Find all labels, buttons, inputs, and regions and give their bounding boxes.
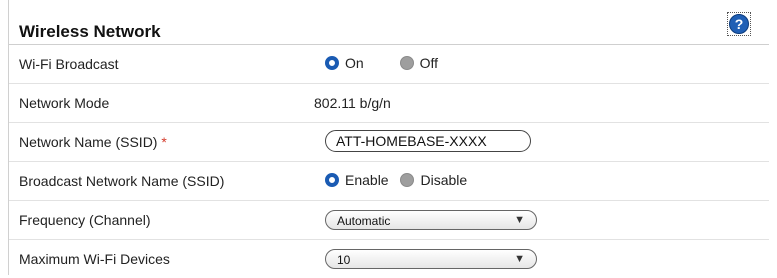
broadcast-ssid-disable-label: Disable	[420, 172, 468, 188]
row-wifi-broadcast: Wi-Fi Broadcast On Off	[9, 45, 769, 84]
broadcast-ssid-enable-radio[interactable]: Enable	[325, 172, 389, 188]
radio-selected-icon	[325, 173, 339, 187]
dropdown-arrow-icon: ▼	[514, 214, 525, 226]
broadcast-ssid-label: Broadcast Network Name (SSID)	[19, 173, 225, 189]
network-mode-value: 802.11 b/g/n	[314, 95, 391, 111]
network-name-label-text: Network Name (SSID)	[19, 134, 158, 150]
max-devices-selected-value: 10	[337, 253, 351, 267]
radio-unselected-icon	[399, 56, 414, 70]
wifi-broadcast-on-radio[interactable]: On	[325, 55, 364, 71]
wireless-network-panel: Wireless Network Wi-Fi Broadcast On Off …	[8, 0, 777, 275]
required-marker: *	[161, 134, 167, 150]
radio-unselected-icon	[400, 173, 415, 187]
section-header: Wireless Network	[9, 18, 769, 45]
network-mode-label: Network Mode	[19, 95, 110, 111]
help-button[interactable]: ?	[727, 12, 751, 36]
row-max-devices: Maximum Wi-Fi Devices 10 ▼	[9, 240, 769, 278]
frequency-label: Frequency (Channel)	[19, 212, 151, 228]
wifi-broadcast-radio-group: On Off	[325, 55, 456, 73]
row-network-name: Network Name (SSID) *	[9, 123, 769, 162]
row-frequency: Frequency (Channel) Automatic ▼	[9, 201, 769, 240]
section-title: Wireless Network	[19, 22, 161, 41]
network-name-label: Network Name (SSID) *	[19, 134, 167, 150]
dropdown-arrow-icon: ▼	[514, 253, 525, 265]
help-icon: ?	[729, 14, 749, 34]
max-devices-select[interactable]: 10 ▼	[325, 249, 537, 269]
row-network-mode: Network Mode 802.11 b/g/n	[9, 84, 769, 123]
wifi-broadcast-off-radio[interactable]: Off	[399, 55, 438, 71]
broadcast-ssid-disable-radio[interactable]: Disable	[400, 172, 467, 188]
wifi-broadcast-on-label: On	[345, 55, 364, 71]
network-name-input[interactable]	[325, 130, 531, 152]
broadcast-ssid-enable-label: Enable	[345, 172, 389, 188]
frequency-select[interactable]: Automatic ▼	[325, 210, 537, 230]
wifi-broadcast-label: Wi-Fi Broadcast	[19, 56, 119, 72]
broadcast-ssid-radio-group: Enable Disable	[325, 172, 485, 190]
max-devices-label: Maximum Wi-Fi Devices	[19, 251, 170, 267]
wifi-broadcast-off-label: Off	[419, 55, 438, 71]
frequency-selected-value: Automatic	[337, 214, 391, 228]
row-broadcast-ssid: Broadcast Network Name (SSID) Enable Dis…	[9, 162, 769, 201]
radio-selected-icon	[325, 56, 339, 70]
